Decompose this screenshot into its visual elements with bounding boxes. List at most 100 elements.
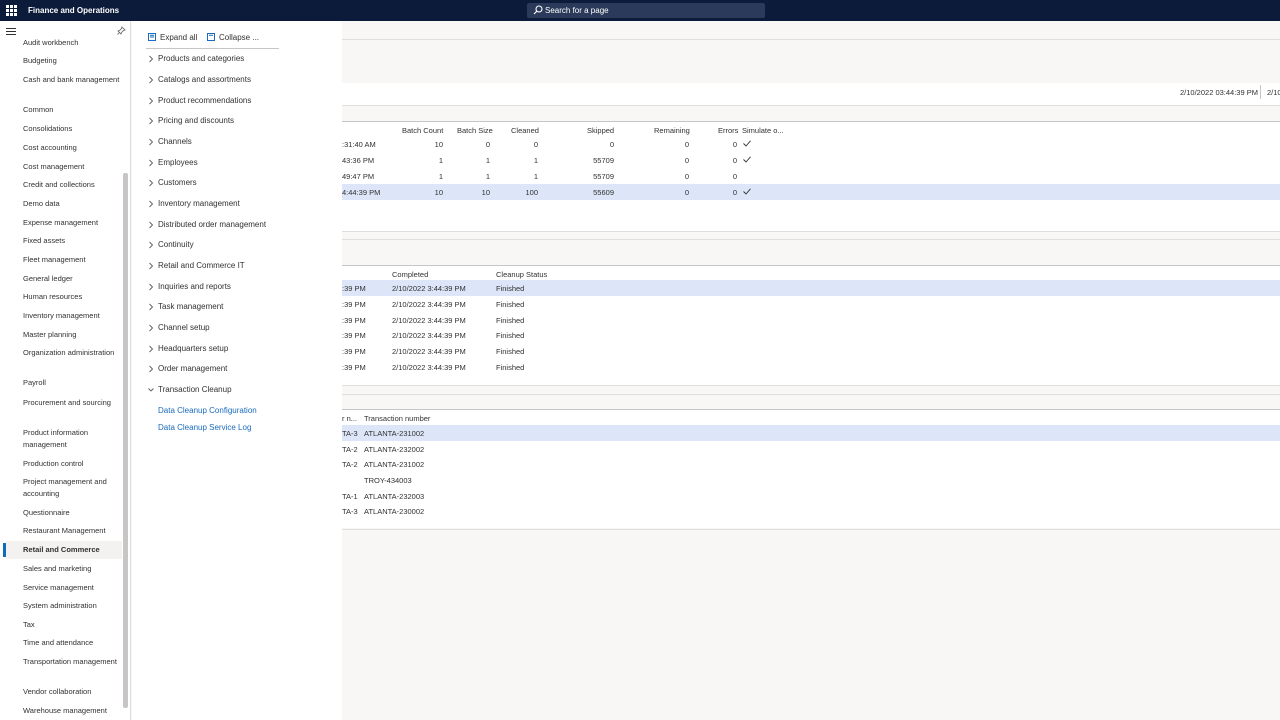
table-row[interactable]: :31:40 AM 10 0 0 0 0 0 — [342, 136, 1280, 152]
cell-skipped: 0 — [609, 140, 614, 149]
divider — [342, 105, 1280, 106]
module-common[interactable]: Common — [23, 104, 123, 116]
module-budgeting[interactable]: Budgeting — [23, 55, 123, 67]
module-service-management[interactable]: Service management — [23, 582, 123, 594]
table-row-selected[interactable]: TA-3 ATLANTA-231002 — [342, 425, 1280, 441]
chevron-right-icon — [149, 159, 154, 167]
col-skipped[interactable]: Skipped — [587, 126, 614, 135]
module-cash-and-bank-management[interactable]: Cash and bank management — [23, 74, 123, 86]
menu-node-label: Retail and Commerce IT — [158, 261, 245, 270]
header-strip — [342, 83, 1280, 105]
table-row[interactable]: :39 PM 2/10/2022 3:44:39 PM Finished — [342, 296, 1280, 312]
col-transaction-number[interactable]: Transaction number — [364, 414, 430, 423]
link-data-cleanup-configuration[interactable]: Data Cleanup Configuration — [158, 406, 257, 415]
module-production-control[interactable]: Production control — [23, 458, 123, 470]
cell-start: :39 PM — [342, 300, 366, 309]
module-sales-and-marketing[interactable]: Sales and marketing — [23, 563, 123, 575]
cell-remaining: 0 — [684, 172, 689, 181]
module-questionnaire[interactable]: Questionnaire — [23, 507, 123, 519]
menu-node-label: Employees — [158, 158, 198, 167]
module-retail-and-commerce[interactable]: Retail and Commerce — [23, 544, 123, 556]
module-fixed-assets[interactable]: Fixed assets — [23, 235, 123, 247]
menu-icon[interactable] — [6, 28, 16, 36]
cell-skipped: 55709 — [593, 172, 614, 181]
divider — [342, 239, 1280, 240]
module-nav-scrollbar[interactable] — [123, 173, 128, 708]
module-fleet-management[interactable]: Fleet management — [23, 254, 123, 266]
cell-transaction: TROY-434003 — [364, 476, 412, 485]
module-transportation-management[interactable]: Transportation management — [23, 656, 123, 668]
app-launcher-icon[interactable] — [6, 5, 17, 16]
cell-errors: 0 — [732, 140, 737, 149]
menu-node-label: Transaction Cleanup — [158, 385, 232, 394]
cell-completed: 2/10/2022 3:44:39 PM — [392, 331, 466, 340]
module-expense-management[interactable]: Expense management — [23, 217, 123, 229]
col-cleanup-status[interactable]: Cleanup Status — [496, 270, 547, 279]
chevron-right-icon — [149, 97, 154, 105]
module-master-planning[interactable]: Master planning — [23, 329, 123, 341]
col-register-number[interactable]: r n... — [342, 414, 357, 423]
module-system-administration[interactable]: System administration — [23, 600, 123, 612]
module-product-information-management[interactable]: Product information management — [23, 427, 123, 451]
check-icon — [743, 140, 751, 147]
app-title[interactable]: Finance and Operations — [28, 6, 119, 15]
table-row[interactable]: :39 PM 2/10/2022 3:44:39 PM Finished — [342, 359, 1280, 375]
module-human-resources[interactable]: Human resources — [23, 291, 123, 303]
table-row[interactable]: TROY-434003 — [342, 472, 1280, 488]
module-consolidations[interactable]: Consolidations — [23, 123, 123, 135]
col-completed[interactable]: Completed — [392, 270, 428, 279]
col-batch-count[interactable]: Batch Count — [402, 126, 443, 135]
module-restaurant-management[interactable]: Restaurant Management — [23, 525, 123, 537]
table-row[interactable]: 43:36 PM 1 1 1 55709 0 0 — [342, 152, 1280, 168]
col-cleaned[interactable]: Cleaned — [511, 126, 539, 135]
module-credit-and-collections[interactable]: Credit and collections — [23, 179, 123, 191]
table-row-selected[interactable]: 4:44:39 PM 10 10 100 55609 0 0 — [342, 184, 1280, 200]
search-input[interactable]: Search for a page — [527, 3, 765, 18]
divider — [342, 409, 1280, 410]
menu-node-label: Channel setup — [158, 323, 210, 332]
vertical-separator — [1260, 85, 1261, 99]
module-inventory-management[interactable]: Inventory management — [23, 310, 123, 322]
cell-start: :39 PM — [342, 284, 366, 293]
col-simulate[interactable]: Simulate o... — [742, 126, 784, 135]
col-remaining[interactable]: Remaining — [654, 126, 690, 135]
table-row[interactable]: TA-1 ATLANTA-232003 — [342, 488, 1280, 504]
table-row[interactable]: 49:47 PM 1 1 1 55709 0 0 — [342, 168, 1280, 184]
menu-node-label: Order management — [158, 364, 228, 373]
module-cost-accounting[interactable]: Cost accounting — [23, 142, 123, 154]
pin-icon[interactable] — [117, 26, 126, 35]
menu-node-label: Inquiries and reports — [158, 282, 231, 291]
table-row[interactable]: :39 PM 2/10/2022 3:44:39 PM Finished — [342, 327, 1280, 343]
cell-remaining: 0 — [684, 140, 689, 149]
cell-register: TA-1 — [342, 492, 358, 501]
module-warehouse-management[interactable]: Warehouse management — [23, 705, 123, 717]
module-project-management-and-accounting[interactable]: Project management and accounting — [23, 476, 123, 500]
module-tax[interactable]: Tax — [23, 619, 123, 631]
table-row[interactable]: TA-2 ATLANTA-232002 — [342, 441, 1280, 457]
module-organization-administration[interactable]: Organization administration — [23, 347, 123, 359]
module-time-and-attendance[interactable]: Time and attendance — [23, 637, 123, 649]
module-cost-management[interactable]: Cost management — [23, 161, 123, 173]
col-batch-size[interactable]: Batch Size — [457, 126, 493, 135]
chevron-right-icon — [149, 76, 154, 84]
col-errors[interactable]: Errors — [718, 126, 738, 135]
module-vendor-collaboration[interactable]: Vendor collaboration — [23, 686, 123, 698]
table-row[interactable]: :39 PM 2/10/2022 3:44:39 PM Finished — [342, 312, 1280, 328]
module-payroll[interactable]: Payroll — [23, 377, 123, 389]
module-procurement-and-sourcing[interactable]: Procurement and sourcing — [23, 397, 123, 409]
cell-batch-count: 10 — [434, 188, 443, 197]
module-demo-data[interactable]: Demo data — [23, 198, 123, 210]
cell-status: Finished — [496, 363, 525, 372]
link-data-cleanup-service-log[interactable]: Data Cleanup Service Log — [158, 423, 251, 432]
table-row[interactable]: TA-3 ATLANTA-230002 — [342, 503, 1280, 519]
module-audit-workbench[interactable]: Audit workbench — [23, 37, 123, 49]
cell-transaction: ATLANTA-232002 — [364, 445, 425, 454]
menu-node-label: Pricing and discounts — [158, 116, 235, 125]
table-row-selected[interactable]: :39 PM 2/10/2022 3:44:39 PM Finished — [342, 280, 1280, 296]
module-general-ledger[interactable]: General ledger — [23, 273, 123, 285]
cell-completed: 2/10/2022 3:44:39 PM — [392, 347, 466, 356]
table-row[interactable]: TA-2 ATLANTA-231002 — [342, 456, 1280, 472]
table-row[interactable]: :39 PM 2/10/2022 3:44:39 PM Finished — [342, 343, 1280, 359]
menu-node-label: Channels — [158, 137, 192, 146]
cell-errors: 0 — [732, 156, 737, 165]
